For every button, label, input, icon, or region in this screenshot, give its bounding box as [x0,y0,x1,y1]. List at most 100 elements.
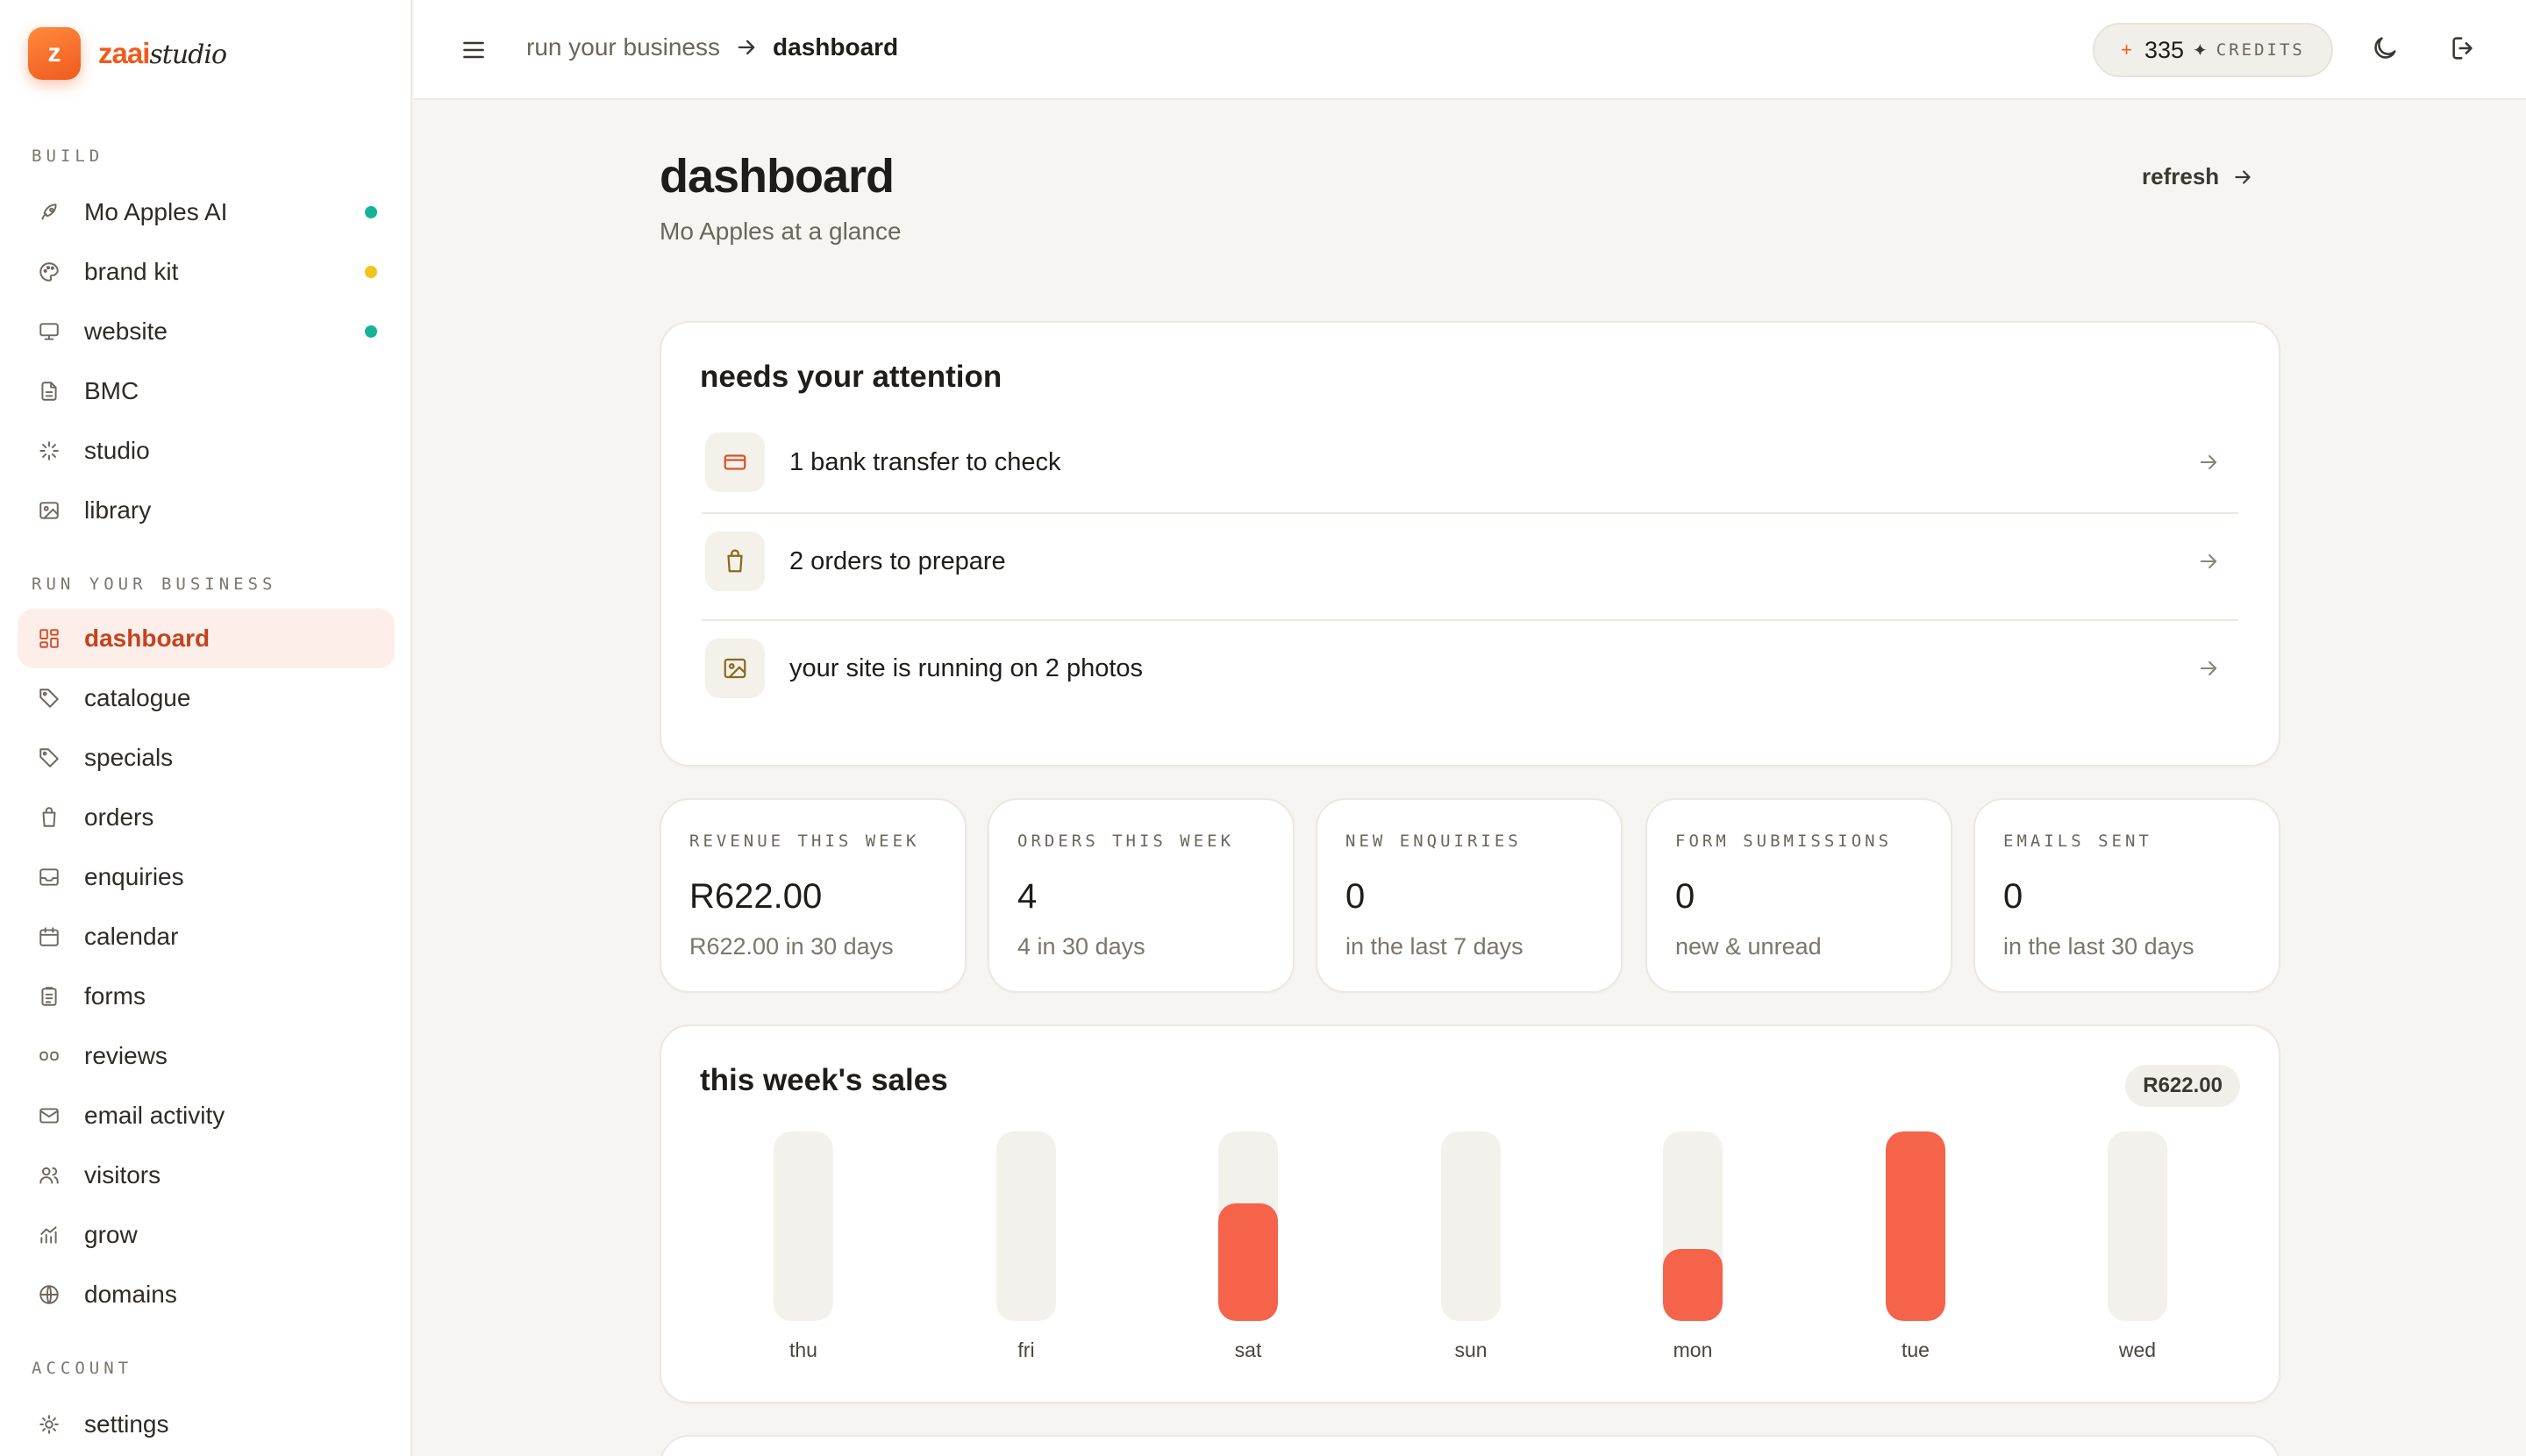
sales-bar-fri [996,1131,1056,1321]
next-card [660,1435,2280,1456]
attention-text: your site is running on 2 photos [789,653,1144,682]
grid-icon [37,626,61,651]
brand[interactable]: z zaaistudio [28,27,227,80]
sales-total-badge: R622.00 [2125,1065,2240,1107]
sidebar-item-domains[interactable]: domains [18,1265,395,1324]
sales-bar-label-mon: mon [1673,1338,1713,1361]
calendar-icon [37,924,61,949]
sales-title: this week's sales [700,1063,948,1097]
tag-icon [37,746,61,770]
arrow-right-icon [2235,169,2251,184]
sidebar-item-label: settings [84,1410,169,1438]
sidebar-item-dashboard[interactable]: dashboard [18,609,395,668]
attention-text: 1 bank transfer to check [789,447,1061,476]
page-title: dashboard [660,150,895,203]
moon-icon[interactable] [2370,33,2400,63]
clipboard-icon [37,984,61,1009]
quote-icon [37,1044,61,1068]
users-icon [37,1163,61,1188]
section-label-run-your-business: RUN YOUR BUSINESS [32,575,277,594]
status-dot [365,206,377,218]
sidebar-item-website[interactable]: website [18,302,395,361]
stat-label: NEW ENQUIRIES [1345,831,1522,851]
breadcrumb-parent[interactable]: run your business [526,33,720,61]
sidebar-item-label: catalogue [84,684,191,711]
section-label-account: ACCOUNT [32,1359,133,1378]
credit-card-icon [705,432,765,492]
brand-suffix: studio [149,39,227,70]
sidebar-item-label: website [84,318,168,345]
breadcrumb-current: dashboard [773,33,899,61]
sidebar-item-catalogue[interactable]: catalogue [18,668,395,728]
image-icon [37,498,61,523]
sidebar-item-mo-apples-ai[interactable]: Mo Apples AI [18,182,395,242]
stat-label: EMAILS SENT [2003,831,2152,851]
sales-bar-label-tue: tue [1902,1338,1930,1361]
sidebar-item-visitors[interactable]: visitors [18,1146,395,1205]
stat-value: 4 [1017,877,1038,916]
plus-icon: + [2121,39,2132,61]
sidebar-item-label: domains [84,1281,177,1308]
logout-icon[interactable] [2449,33,2479,63]
sidebar-item-label: specials [84,744,174,771]
sales-bar-mon [1663,1131,1723,1321]
sales-bar-label-fri: fri [1017,1338,1035,1361]
sidebar-item-reviews[interactable]: reviews [18,1026,395,1086]
sales-bar-label-sat: sat [1234,1338,1262,1361]
stat-value: 0 [1345,877,1366,916]
shopping-bag-icon [37,805,61,830]
globe-icon [37,1282,61,1307]
arrow-right-icon [2196,656,2221,681]
sidebar-item-library[interactable]: library [18,481,395,540]
image-icon [705,639,765,698]
sidebar-item-grow[interactable]: grow [18,1205,395,1265]
sidebar-item-email-activity[interactable]: email activity [18,1086,395,1146]
palette-icon [37,260,61,284]
stat-sub: R622.00 in 30 days [689,933,894,960]
stat-card-revenue: REVENUE THIS WEEK R622.00 R622.00 in 30 … [660,798,967,993]
tag-icon [37,686,61,710]
stat-label: REVENUE THIS WEEK [689,831,920,851]
attention-title: needs your attention [700,360,1003,394]
sidebar-item-label: forms [84,982,146,1010]
sidebar-item-label: Mo Apples AI [84,198,228,225]
stat-label: FORM SUBMISSIONS [1675,831,1893,851]
sales-bar-label-wed: wed [2118,1338,2157,1361]
stat-value: 0 [2003,877,2023,916]
sidebar-item-label: orders [84,803,154,831]
sidebar-item-label: studio [84,437,150,464]
sparkle-icon [37,439,61,463]
sidebar-item-enquiries[interactable]: enquiries [18,847,395,907]
attention-item-orders[interactable]: 2 orders to prepare [702,512,2238,609]
sidebar-item-bmc[interactable]: BMC [18,361,395,421]
attention-text: 2 orders to prepare [789,546,1006,575]
stat-sub: in the last 30 days [2003,933,2194,960]
sidebar-item-studio[interactable]: studio [18,421,395,481]
sidebar-item-specials[interactable]: specials [18,728,395,788]
shopping-bag-icon [705,532,765,591]
attention-item-bank-transfer[interactable]: 1 bank transfer to check [702,414,2238,510]
monitor-icon [37,319,61,344]
sidebar-item-label: grow [84,1221,138,1248]
sidebar-item-brand-kit[interactable]: brand kit [18,242,395,302]
sidebar-item-settings[interactable]: settings [18,1395,395,1454]
arrow-right-icon [2196,549,2221,574]
refresh-button[interactable]: refresh [2142,163,2254,190]
sidebar-item-calendar[interactable]: calendar [18,907,395,967]
sidebar-item-forms[interactable]: forms [18,967,395,1026]
credits-badge[interactable]: + 335 ✦ CREDITS [2093,23,2333,77]
arrow-right-icon [2196,450,2221,475]
sidebar-item-label: enquiries [84,863,184,890]
stat-sub: new & unread [1675,933,1822,960]
menu-icon[interactable] [460,36,488,64]
sidebar-item-label: visitors [84,1161,161,1188]
sidebar-item-orders[interactable]: orders [18,788,395,847]
sidebar-item-label: library [84,496,152,524]
inbox-icon [37,865,61,889]
refresh-label: refresh [2142,163,2220,189]
brand-logo: z [28,27,81,80]
stat-value: 0 [1675,877,1695,916]
attention-item-photos[interactable]: your site is running on 2 photos [702,619,2238,716]
stat-sub: 4 in 30 days [1017,933,1145,960]
sidebar-item-label: dashboard [84,625,210,652]
